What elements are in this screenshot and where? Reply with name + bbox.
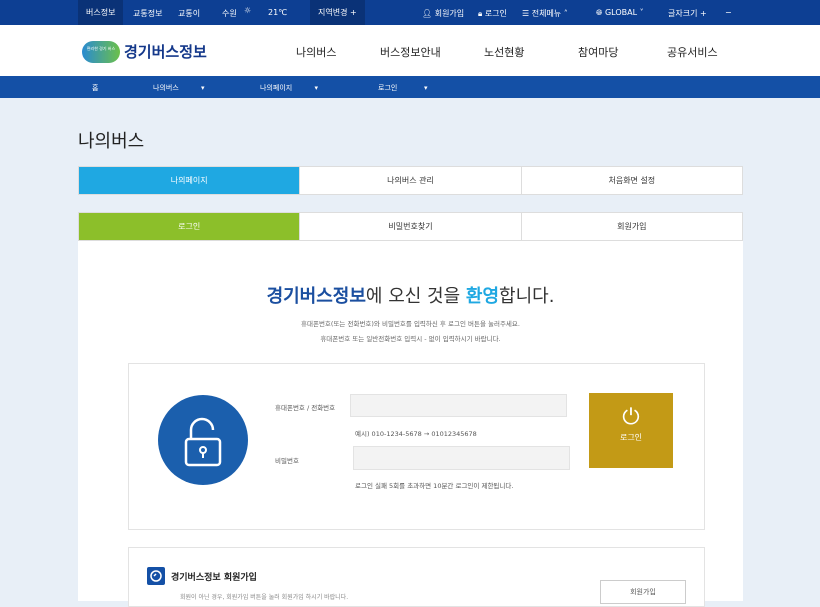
unlock-icon (158, 395, 248, 485)
tab-login[interactable]: 로그인 (79, 213, 300, 240)
font-size-increase[interactable]: 글자크기 + (668, 8, 707, 19)
tab-find-password[interactable]: 비밀번호찾기 (299, 213, 520, 240)
gnav-routes[interactable]: 노선현황 (484, 44, 524, 60)
password-input[interactable] (353, 446, 570, 470)
phone-input[interactable] (350, 394, 567, 417)
signup-description: 회원이 아닌 경우, 회원가입 버튼을 눌러 회원가입 하시기 바랍니다. (180, 594, 349, 601)
main-tabs: 나의페이지 나의버스 관리 처음화면 설정 (78, 166, 743, 195)
topbar-bus-info[interactable]: 버스정보 (78, 0, 124, 25)
all-menu-button[interactable]: ☰ 전체메뉴 ˄ (522, 8, 568, 19)
login-button-label: 로그인 (619, 433, 643, 442)
logo-badge: 편리한 경기 버스 (82, 41, 120, 63)
topbar-traffic[interactable]: 교통이 (178, 8, 200, 19)
sun-icon: ☼ (244, 6, 252, 15)
tab-signup[interactable]: 회원가입 (520, 213, 742, 240)
breadcrumb-login[interactable]: 로그인 ▾ (378, 83, 428, 93)
weather-city: 수원 (222, 9, 237, 18)
login-link[interactable]: 🔒︎ 로그인 (478, 8, 507, 19)
welcome-heading: 경기버스정보에 오신 것을 환영합니다. (266, 286, 555, 307)
power-icon: ⏻ (622, 405, 640, 430)
login-button[interactable]: ⏻ 로그인 (589, 393, 673, 468)
tab-home-settings[interactable]: 처음화면 설정 (520, 167, 742, 194)
gnav-bus-info[interactable]: 버스정보안내 (380, 44, 441, 60)
signup-title: 경기버스정보 회원가입 (171, 573, 257, 583)
breadcrumb-my-page[interactable]: 나의페이지 ▾ (260, 83, 318, 93)
gnav-participation[interactable]: 참여마당 (578, 44, 618, 60)
login-instruction: 휴대폰번호(또는 전화번호)와 비밀번호를 입력하신 후 로그인 버튼을 눌러주… (301, 320, 520, 328)
phone-hint: 예시) 010-1234-5678 → 01012345678 (355, 430, 477, 438)
tab-my-page[interactable]: 나의페이지 (79, 167, 300, 194)
phone-label: 휴대폰번호 / 전화번호 (275, 404, 336, 412)
topbar-traffic-info[interactable]: 교통정보 (133, 8, 162, 19)
sub-tabs: 로그인 비밀번호찾기 회원가입 (78, 212, 743, 241)
check-circle-icon (147, 567, 165, 585)
login-instruction-2: 휴대폰번호 또는 일반전화번호 입력시 - 없이 입력하시기 바랍니다. (320, 335, 501, 343)
logo[interactable]: 경기버스정보 (124, 41, 207, 62)
region-change-button[interactable]: 지역변경 + (310, 0, 365, 25)
page-title: 나의버스 (78, 131, 145, 152)
global-button[interactable]: 🌐︎ GLOBAL ˅ (596, 8, 644, 18)
temperature: 21℃ (268, 8, 288, 17)
password-hint: 로그인 실패 5회를 초과하면 10분간 로그인이 제한됩니다. (355, 482, 514, 490)
breadcrumb: 홈 나의버스 ▾ 나의페이지 ▾ 로그인 ▾ (0, 76, 820, 98)
gnav-my-bus[interactable]: 나의버스 (296, 44, 336, 60)
top-utility-bar: 버스정보 교통정보 교통이 수원 ☼ 21℃ 지역변경 + 👤︎ 회원가입 🔒︎… (0, 0, 820, 25)
signup-button[interactable]: 회원가입 (600, 580, 686, 604)
breadcrumb-home[interactable]: 홈 (92, 83, 98, 93)
gnav-shared-services[interactable]: 공유서비스 (667, 44, 718, 60)
tab-my-bus-manage[interactable]: 나의버스 관리 (299, 167, 520, 194)
breadcrumb-my-bus[interactable]: 나의버스 ▾ (153, 83, 205, 93)
password-label: 비밀번호 (275, 457, 299, 465)
font-size-decrease[interactable]: − (725, 8, 732, 17)
signup-link[interactable]: 👤︎ 회원가입 (422, 8, 464, 19)
